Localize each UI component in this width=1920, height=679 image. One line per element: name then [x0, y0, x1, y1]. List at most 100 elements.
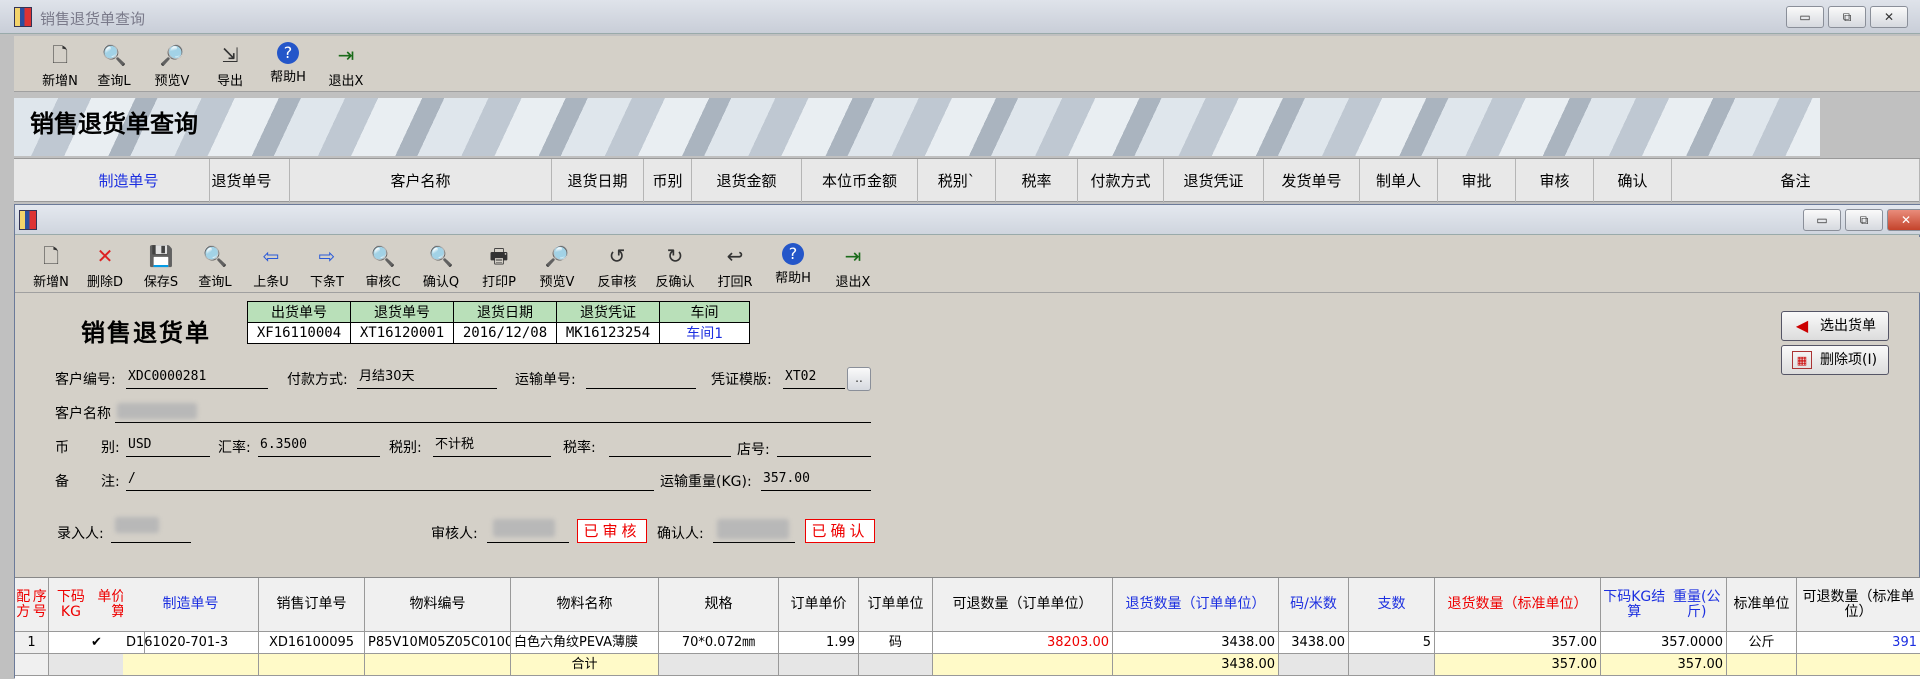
- confirm-icon: 🔍: [428, 244, 454, 268]
- inner-toolbar-button[interactable]: ↺ 反审核: [589, 237, 645, 293]
- outer-toolbar-button[interactable]: ⇥ 退出X: [318, 36, 374, 92]
- help-icon: ?: [277, 42, 299, 64]
- grid-column-header[interactable]: 配方 序号: [15, 578, 49, 632]
- delete-item-button[interactable]: ▦ 删除项(I): [1781, 345, 1889, 375]
- store-field[interactable]: [777, 435, 871, 457]
- total-cell: [779, 654, 859, 676]
- grid-column-header[interactable]: 可退数量（标准单位）: [1797, 578, 1920, 632]
- inner-close-button[interactable]: ✕: [1887, 209, 1920, 231]
- outer-column-header[interactable]: 退货凭证: [1164, 159, 1264, 203]
- rate-field[interactable]: 6.3500: [258, 435, 380, 457]
- redacted-reviewer: [493, 519, 555, 537]
- header-text: 下码KG: [56, 588, 85, 620]
- inner-maximize-button[interactable]: ⧉: [1845, 209, 1883, 231]
- header-text: 制造单号: [162, 596, 219, 612]
- tax-type-field[interactable]: 不计税: [433, 435, 551, 457]
- header-text: 销售订单号: [276, 596, 347, 612]
- grid-cell: 码: [859, 632, 933, 654]
- inner-toolbar-button[interactable]: 🗋 新增N: [23, 237, 79, 293]
- select-shipment-button[interactable]: ◀ 选出货单: [1781, 311, 1889, 341]
- grid-column-header[interactable]: 规格: [659, 578, 779, 632]
- total-cell: [15, 654, 49, 676]
- outer-toolbar-button[interactable]: 🗋 新增N: [32, 36, 88, 92]
- new-doc-icon: 🗋: [51, 43, 69, 67]
- outer-column-header[interactable]: 确认: [1594, 159, 1672, 203]
- browse-button[interactable]: ..: [847, 367, 871, 391]
- inner-toolbar-button[interactable]: ↩ 打回R: [707, 237, 763, 293]
- outer-column-header[interactable]: 审核: [1516, 159, 1594, 203]
- remark-field[interactable]: /: [126, 469, 654, 491]
- outer-toolbar-button[interactable]: 🔎 预览V: [144, 36, 200, 92]
- outer-column-header[interactable]: 制造单号: [48, 159, 210, 203]
- close-button[interactable]: ✕: [1870, 6, 1908, 28]
- grid-column-header[interactable]: 销售订单号: [259, 578, 365, 632]
- outer-column-header[interactable]: 退货日期: [552, 159, 644, 203]
- header-text: 支数: [1377, 596, 1406, 612]
- outer-column-header[interactable]: 币别: [644, 159, 692, 203]
- tax-rate-field[interactable]: [609, 435, 731, 457]
- outer-toolbar-button[interactable]: ? 帮助H: [260, 36, 316, 92]
- shipping-no-field[interactable]: [586, 367, 696, 389]
- inner-toolbar-button[interactable]: ✕ 删除D: [77, 237, 133, 293]
- weight-field[interactable]: 357.00: [761, 469, 871, 491]
- inner-toolbar-button[interactable]: 🔎 预览V: [529, 237, 585, 293]
- grid-column-header[interactable]: 退货数量（订单单位）: [1113, 578, 1279, 632]
- outer-toolbar-label: 新增N: [42, 74, 78, 89]
- outer-toolbar-button[interactable]: ⇲ 导出: [202, 36, 258, 92]
- currency-field[interactable]: USD: [126, 435, 210, 457]
- outer-column-header[interactable]: 税率: [996, 159, 1078, 203]
- voucher-template-field[interactable]: XT02: [783, 367, 845, 389]
- outer-toolbar-label: 预览V: [154, 74, 190, 89]
- inner-toolbar-label: 确认Q: [422, 275, 460, 290]
- outer-column-header[interactable]: 发货单号: [1264, 159, 1360, 203]
- grid-column-header[interactable]: 订单单价: [779, 578, 859, 632]
- preview-icon: 🔎: [159, 43, 185, 67]
- maximize-button[interactable]: ⧉: [1828, 6, 1866, 28]
- info-header: 退货凭证: [556, 301, 660, 323]
- minimize-button[interactable]: ▭: [1786, 6, 1824, 28]
- customer-name-field[interactable]: [115, 401, 871, 423]
- grid-column-header[interactable]: 物料名称: [511, 578, 659, 632]
- inner-toolbar-button[interactable]: 🔍 查询L: [187, 237, 243, 293]
- outer-column-header[interactable]: 审批: [1438, 159, 1516, 203]
- inner-toolbar-button[interactable]: ⇥ 退出X: [825, 237, 881, 293]
- outer-column-header[interactable]: 备注: [1672, 159, 1920, 203]
- grid-column-header[interactable]: 下码KG结算 重量(公斤): [1601, 578, 1727, 632]
- reviewed-stamp: 已审核: [577, 519, 647, 543]
- outer-column-header[interactable]: 税别`: [918, 159, 996, 203]
- customer-code-field[interactable]: XDC0000281: [126, 367, 268, 389]
- grid-column-header[interactable]: 支数: [1349, 578, 1435, 632]
- outer-toolbar-button[interactable]: 🔍 查询L: [86, 36, 142, 92]
- outer-column-header[interactable]: 付款方式: [1078, 159, 1164, 203]
- inner-toolbar-label: 查询L: [198, 275, 232, 290]
- total-cell: 3438.00: [1113, 654, 1279, 676]
- info-table: 出货单号 退货单号 退货日期 退货凭证 车间 XF16110004 XT1612…: [247, 301, 750, 344]
- outer-column-header[interactable]: 退货金额: [692, 159, 802, 203]
- inner-minimize-button[interactable]: ▭: [1803, 209, 1841, 231]
- outer-column-header[interactable]: 客户名称: [290, 159, 552, 203]
- grid-cell: 357.00: [1435, 632, 1601, 654]
- outer-column-header[interactable]: 退货单号: [194, 159, 290, 203]
- inner-toolbar-button[interactable]: ? 帮助H: [765, 237, 821, 293]
- grid-cell[interactable]: 5: [1349, 632, 1435, 654]
- inner-toolbar-button[interactable]: 💾 保存S: [133, 237, 189, 293]
- new-doc-icon: 🗋: [42, 244, 60, 268]
- inner-toolbar-button[interactable]: ⇨ 下条T: [299, 237, 355, 293]
- inner-toolbar-button[interactable]: 🔍 审核C: [355, 237, 411, 293]
- total-cell: [365, 654, 511, 676]
- grid-column-header[interactable]: 可退数量（订单单位）: [933, 578, 1113, 632]
- payment-field[interactable]: 月结30天: [357, 367, 497, 389]
- grid-column-header[interactable]: 标准单位: [1727, 578, 1797, 632]
- inner-toolbar-button[interactable]: ↻ 反确认: [647, 237, 703, 293]
- inner-toolbar-button[interactable]: ⇦ 上条U: [243, 237, 299, 293]
- grid-column-header[interactable]: 码/米数: [1279, 578, 1349, 632]
- inner-toolbar-button[interactable]: 🖶 打印P: [471, 237, 527, 293]
- grid-column-header[interactable]: 物料编号: [365, 578, 511, 632]
- grid-column-header[interactable]: 订单单位: [859, 578, 933, 632]
- outer-column-header[interactable]: 本位币金额: [802, 159, 918, 203]
- grid-column-header[interactable]: 退货数量（标准单位）: [1435, 578, 1601, 632]
- inner-toolbar-button[interactable]: 🔍 确认Q: [413, 237, 469, 293]
- grid-column-header[interactable]: 制造单号: [123, 578, 259, 632]
- outer-column-header[interactable]: 制单人: [1360, 159, 1438, 203]
- delete-icon: ✕: [96, 244, 114, 268]
